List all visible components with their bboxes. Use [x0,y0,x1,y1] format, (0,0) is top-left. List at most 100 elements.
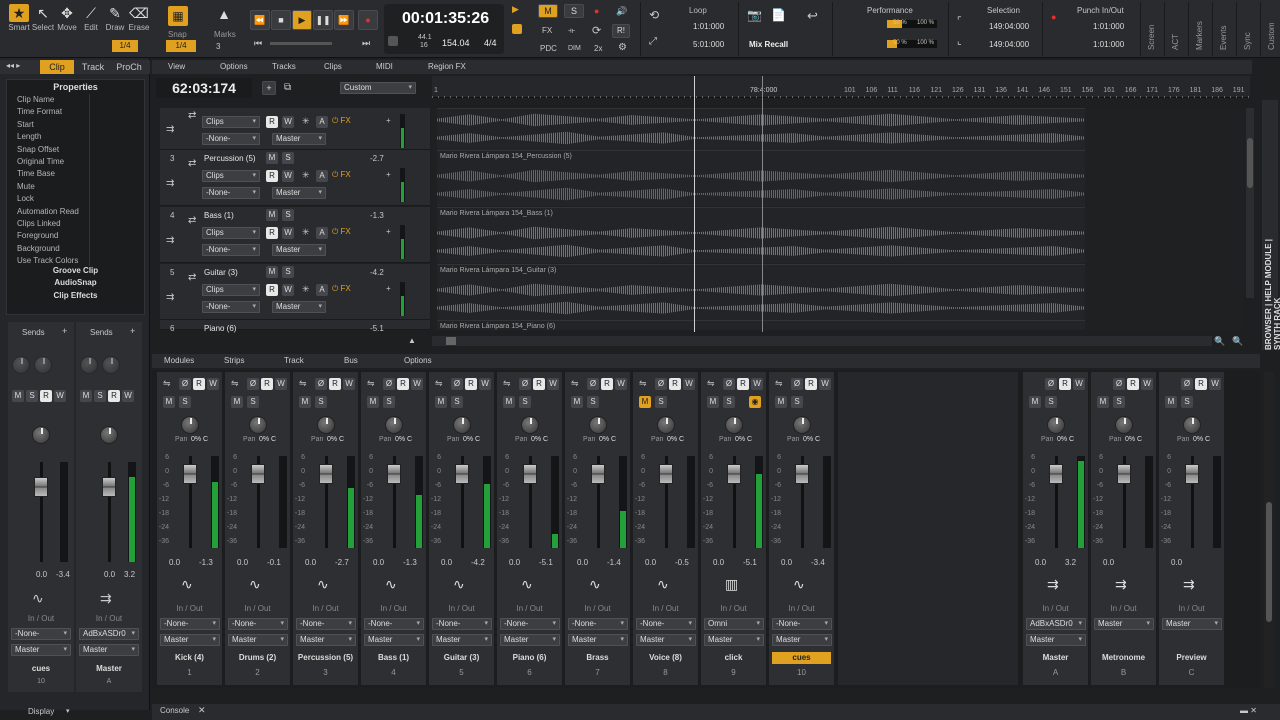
pan-knob[interactable] [725,416,743,434]
snap-quick-value[interactable]: 1/4 [112,40,138,52]
pan-knob[interactable] [521,416,539,434]
input-select[interactable]: AdBxASDr0 [1026,618,1086,630]
side-tab-sync[interactable]: Sync [1236,2,1258,56]
input-select[interactable]: -None- [202,244,260,256]
camera-icon[interactable]: 📷 [747,8,762,22]
pan-knob[interactable] [181,416,199,434]
pan-knob[interactable] [1183,416,1201,434]
track-read-button[interactable]: R [266,170,278,182]
input-select[interactable]: Master [1094,618,1154,630]
display-dropdown-icon[interactable]: ▾ [66,707,70,715]
output-select[interactable]: Master [160,634,220,646]
menu-view[interactable]: View [168,62,185,71]
strip-w-button[interactable]: W [479,378,491,390]
side-tab-act[interactable]: ACT [1164,2,1186,56]
property-mute[interactable]: Mute [17,182,35,191]
loop-icon[interactable]: ⟲ [649,8,659,22]
output-select[interactable]: Master [296,634,356,646]
input-select[interactable]: Master [1162,618,1222,630]
meter[interactable]: 4/4 [484,38,497,48]
go-to-end-icon[interactable]: ⏭ [362,38,370,49]
pan-knob[interactable] [385,416,403,434]
property-clip-name[interactable]: Clip Name [17,95,54,104]
strip-name[interactable]: click [704,652,763,664]
send-knob[interactable] [102,356,120,374]
side-tab-markers[interactable]: Markers [1188,2,1210,56]
pan-knob[interactable] [793,416,811,434]
clips-select[interactable]: Clips [202,284,260,296]
fast-forward-button[interactable]: ⏩ [334,10,354,30]
property-background[interactable]: Background [17,244,60,253]
console-vscrollbar[interactable] [1264,372,1274,688]
marks-icon[interactable]: ▲ [214,6,234,26]
mono-stereo-icon[interactable]: ⇋ [639,378,647,389]
strip-solo-button[interactable]: S [1045,396,1057,408]
input-select[interactable]: -None- [160,618,220,630]
strip-r-button[interactable]: R [669,378,681,390]
audio-clip[interactable]: Mario Rivera Lámpara 154_Piano (6) [437,320,1085,330]
record-button[interactable]: ● [358,10,378,30]
strip-mute-button[interactable]: M [1165,396,1177,408]
input-select[interactable]: -None- [500,618,560,630]
strip-w-button[interactable]: W [122,390,134,402]
now-time-display[interactable]: 62:03:174 [156,78,252,98]
strip-name[interactable]: Drums (2) [228,652,287,664]
add-fx-icon[interactable]: + [386,284,391,293]
strip-w-button[interactable]: W [275,378,287,390]
volume-fader[interactable] [727,464,741,484]
sync-icon[interactable]: ⟳ [592,24,601,37]
menu-clips[interactable]: Clips [324,62,342,71]
fx-bypass-button[interactable]: FX [542,26,552,35]
speed-button[interactable]: 2x [594,44,602,53]
track-template-icon[interactable]: ⧉ [284,82,291,93]
selection-end[interactable]: 149:04:000 [989,40,1029,49]
selection-end-icon[interactable]: ⌞ [957,36,962,47]
volume-fader[interactable] [523,464,537,484]
output-select[interactable]: Master [432,634,492,646]
strip-w-button[interactable]: W [1141,378,1153,390]
strip-r-button[interactable]: R [397,378,409,390]
track-fx-icon[interactable]: ⏻ FX [332,284,351,294]
strip-mute-button[interactable]: M [639,396,651,408]
strip-solo-button[interactable]: S [383,396,395,408]
section-groove-clip[interactable]: Groove Clip [6,266,145,275]
strip-m-button[interactable]: M [12,390,24,402]
strip-w-button[interactable]: W [547,378,559,390]
volume-fader[interactable] [251,464,265,484]
strip-mute-button[interactable]: M [571,396,583,408]
track-name[interactable]: Bass (1) [204,211,234,220]
strip-w-button[interactable]: W [683,378,695,390]
output-select[interactable]: Master [568,634,628,646]
clips-select[interactable]: Clips [202,170,260,182]
tool-select[interactable]: ↖ Select [30,2,56,36]
volume-fader[interactable] [455,464,469,484]
selection-start[interactable]: 149:04:000 [989,22,1029,31]
volume-fader[interactable] [1117,464,1131,484]
property-foreground[interactable]: Foreground [17,231,58,240]
record-arm-icon[interactable]: ▶ [512,4,522,14]
window-controls-icon[interactable]: ▬ ✕ [1240,706,1257,715]
track-vscrollbar[interactable] [1246,108,1254,298]
metronome-icon[interactable] [388,36,398,46]
track-s-button[interactable]: S [282,152,294,164]
zoom-out-icon[interactable]: 🔍 [1214,336,1225,347]
strip-solo-button[interactable]: S [1113,396,1125,408]
property-snap-offset[interactable]: Snap Offset [17,145,59,154]
scroll-up-icon[interactable]: ▲ [408,336,416,345]
output-select[interactable]: Master [228,634,288,646]
strip-solo-button[interactable]: S [587,396,599,408]
track-header[interactable]: ⇉ ⇄ Clips -None- Master RW ✳ A ⏻ FX + [160,108,430,150]
track-hscrollbar[interactable] [432,336,1212,346]
console-tab-close-icon[interactable]: ✕ [198,705,206,716]
track-auto-button[interactable]: A [316,227,328,239]
menu-midi[interactable]: MIDI [376,62,393,71]
strip-name[interactable]: Metronome [1094,652,1153,664]
track-m-button[interactable]: M [266,209,278,221]
volume-fader[interactable] [591,464,605,484]
track-m-button[interactable]: M [266,266,278,278]
track-collapse-icon[interactable]: ⇉ [166,178,174,189]
track-gain[interactable]: -4.2 [370,268,384,277]
track-read-button[interactable]: R [266,284,278,296]
strip-r-button[interactable]: R [601,378,613,390]
output-select[interactable]: Master [772,634,832,646]
